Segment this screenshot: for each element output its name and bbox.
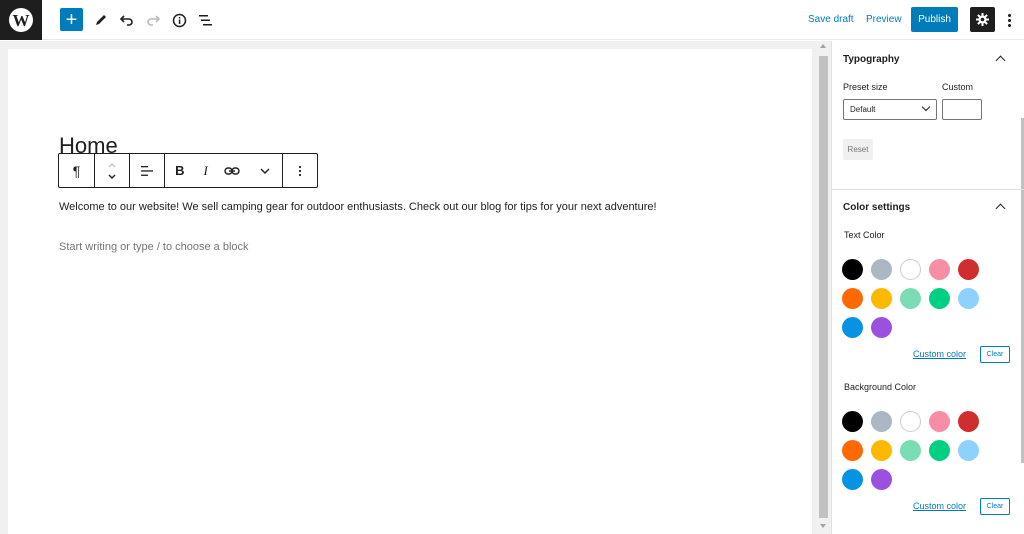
italic-button[interactable]: I (195, 154, 217, 187)
vertical-ellipsis-icon (298, 165, 302, 176)
add-block-button[interactable]: + (60, 8, 83, 31)
pencil-icon (96, 15, 106, 25)
save-draft-button[interactable]: Save draft (808, 14, 854, 25)
align-button[interactable] (130, 154, 164, 187)
move-block-button[interactable] (95, 154, 129, 187)
text-color-swatch[interactable] (871, 317, 892, 338)
background-color-swatch[interactable] (929, 440, 950, 461)
paragraph-block[interactable]: Welcome to our website! We sell camping … (59, 201, 657, 213)
tools-button[interactable] (90, 9, 112, 31)
undo-button[interactable] (116, 9, 138, 31)
preview-button[interactable]: Preview (866, 14, 902, 25)
block-type-group: ¶ (59, 154, 95, 187)
text-color-swatch[interactable] (842, 259, 863, 280)
details-button[interactable] (168, 9, 190, 31)
background-color-swatch[interactable] (842, 469, 863, 490)
move-up-down-icon (108, 162, 116, 179)
panel-divider (831, 189, 1024, 190)
reset-button[interactable]: Reset (843, 139, 873, 160)
background-color-swatch[interactable] (958, 440, 979, 461)
block-toolbar: ¶ B I (58, 153, 318, 188)
paragraph-icon: ¶ (72, 162, 81, 179)
plus-icon: + (65, 8, 78, 31)
background-color-swatch[interactable] (871, 469, 892, 490)
link-icon (224, 166, 241, 175)
background-color-label: Background Color (844, 382, 917, 392)
align-group (130, 154, 165, 187)
scroll-up-arrow-icon[interactable] (820, 44, 826, 48)
wordpress-icon: W (9, 8, 33, 32)
text-color-swatch[interactable] (900, 288, 921, 309)
text-color-swatch[interactable] (900, 259, 921, 280)
gear-icon (976, 13, 989, 26)
preset-size-label: Preset size (843, 82, 888, 92)
settings-button[interactable] (970, 7, 995, 32)
text-custom-color-link[interactable]: Custom color (913, 349, 966, 359)
text-color-swatch[interactable] (842, 288, 863, 309)
block-appender-placeholder[interactable]: Start writing or type / to choose a bloc… (59, 241, 249, 253)
color-settings-panel-title[interactable]: Color settings (843, 202, 910, 213)
wordpress-logo-button[interactable]: W (0, 0, 42, 40)
background-color-swatch[interactable] (900, 440, 921, 461)
block-options-button[interactable] (283, 154, 317, 187)
text-color-swatch[interactable] (842, 317, 863, 338)
text-color-swatch[interactable] (871, 259, 892, 280)
align-left-icon (141, 165, 153, 176)
preset-size-select[interactable]: Default (843, 99, 937, 120)
background-color-swatch[interactable] (900, 411, 921, 432)
background-color-swatch[interactable] (958, 411, 979, 432)
background-color-swatch[interactable] (842, 440, 863, 461)
text-color-swatch[interactable] (958, 288, 979, 309)
background-color-swatch[interactable] (871, 440, 892, 461)
redo-button[interactable] (142, 9, 164, 31)
background-color-swatch[interactable] (842, 411, 863, 432)
redo-icon (147, 15, 160, 26)
list-view-button[interactable] (194, 9, 216, 31)
text-color-swatch[interactable] (958, 259, 979, 280)
text-color-clear-button[interactable]: Clear (980, 346, 1010, 363)
move-group (95, 154, 130, 187)
link-button[interactable] (217, 154, 249, 187)
options-button[interactable] (1002, 9, 1016, 31)
more-rich-text-button[interactable] (248, 154, 282, 187)
list-view-icon (198, 14, 212, 25)
chevron-down-icon (260, 168, 270, 174)
custom-size-input[interactable] (942, 99, 982, 120)
bold-button[interactable]: B (165, 154, 195, 187)
background-custom-color-link[interactable]: Custom color (913, 501, 966, 511)
background-color-swatch[interactable] (929, 411, 950, 432)
kebab-icon (1007, 13, 1011, 17)
scroll-down-arrow-icon[interactable] (820, 524, 826, 528)
info-icon (172, 13, 186, 27)
publish-button[interactable]: Publish (911, 7, 958, 32)
paragraph-block-button[interactable]: ¶ (59, 154, 94, 187)
text-color-swatch[interactable] (929, 259, 950, 280)
undo-icon (120, 15, 133, 26)
format-group: B I (165, 154, 283, 187)
background-color-clear-button[interactable]: Clear (980, 498, 1010, 515)
text-color-swatch[interactable] (929, 288, 950, 309)
background-color-swatch[interactable] (871, 411, 892, 432)
text-color-label: Text Color (844, 230, 885, 240)
options-group (283, 154, 317, 187)
editor-header: W + Save draft Preview Publish (0, 0, 1024, 40)
editor-scrollbar-thumb[interactable] (819, 56, 828, 518)
typography-panel-title[interactable]: Typography (843, 54, 899, 65)
custom-size-label: Custom (942, 82, 974, 92)
text-color-swatch[interactable] (871, 288, 892, 309)
editor-canvas[interactable] (8, 49, 812, 534)
